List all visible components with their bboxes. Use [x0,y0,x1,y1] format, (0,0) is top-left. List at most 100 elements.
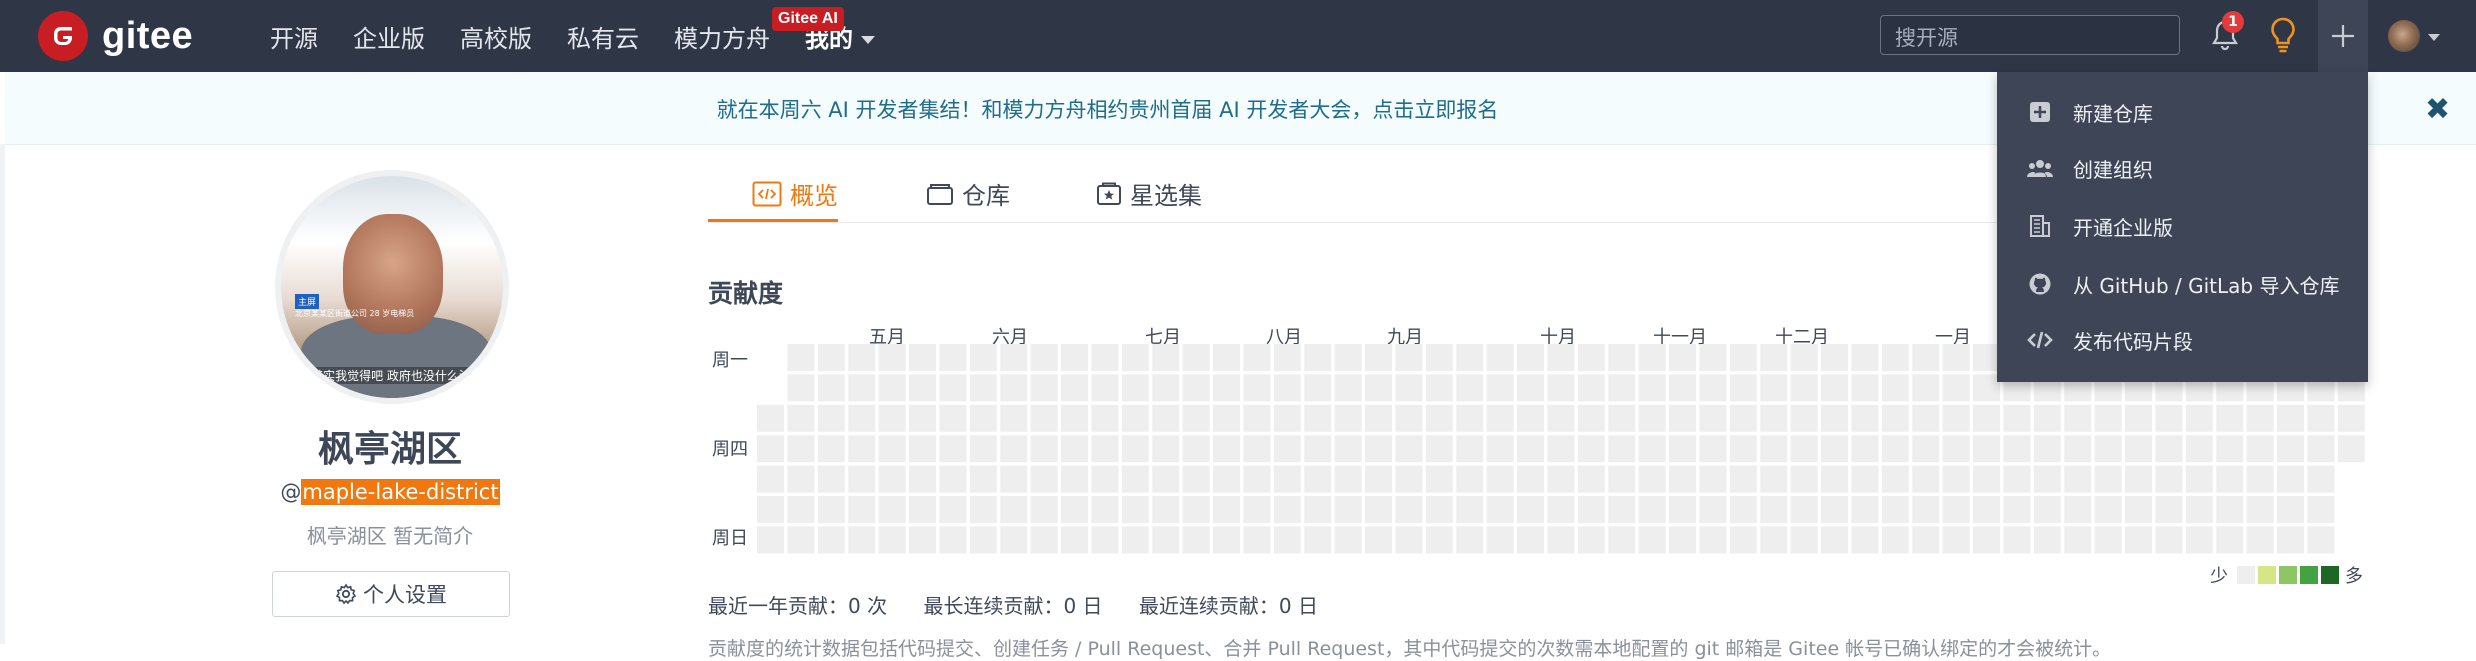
banner-link[interactable]: 就在本周六 AI 开发者集结！和模力方舟相约贵州首届 AI 开发者大会，点击立即… [5,94,2210,124]
heatmap-cell [1273,404,1301,432]
heatmap-cell [1881,526,1909,554]
heatmap-cell [1213,496,1240,523]
menu-item-create-org[interactable]: 创建组织 [1997,140,2368,196]
heatmap-cell [1425,496,1453,523]
heatmap-cell [1334,374,1362,402]
heatmap-cell [2277,404,2304,432]
profile-avatar[interactable]: 主屏 北京某某区街道公司 28 岁电梯员 其实我觉得吧 政府也没什么法 [275,170,509,404]
heatmap-cell [2094,526,2122,554]
heatmap-cell [1213,465,1240,493]
create-menu-toggle[interactable] [2318,0,2368,72]
heatmap-cell [2064,435,2092,463]
heatmap-cell [2246,526,2274,554]
heatmap-cell [1790,496,1818,523]
heatmap-cell [909,404,936,432]
tab-repositories[interactable]: 仓库 [926,176,1010,211]
heatmap-cell [817,435,845,463]
heatmap-cell [1486,526,1514,554]
heatmap-cell [1699,465,1727,493]
menu-item-publish-snippet[interactable]: 发布代码片段 [1997,312,2368,368]
menu-item-import-repo[interactable]: 从 GitHub / GitLab 导入仓库 [1997,256,2368,312]
nav-item-education[interactable]: 高校版 [460,19,532,54]
avatar-chevron-down-icon[interactable] [2428,34,2440,41]
tab-overview[interactable]: 概览 [752,176,838,211]
heatmap-cell [1912,526,1940,554]
heatmap-cell [1608,374,1636,402]
contribution-stats: 最近一年贡献：0 次 最长连续贡献：0 日 最近连续贡献：0 日 [708,590,1348,619]
settings-label: 个人设置 [363,583,447,607]
heatmap-cell [1304,344,1332,371]
tab-star-collections[interactable]: 星选集 [1096,176,1202,211]
heatmap-cell [2277,465,2304,493]
nav-item-enterprise[interactable]: 企业版 [353,19,425,54]
heatmap-cell [1881,435,1909,463]
heatmap-cell [1213,344,1240,371]
heatmap-cell [1273,435,1301,463]
heatmap-cell [1729,496,1757,523]
user-avatar[interactable] [2388,20,2420,52]
heatmap-cell [1182,374,1210,402]
heatmap-cell [2033,435,2061,463]
heatmap-cell [1213,404,1240,432]
heatmap-cell [2185,465,2213,493]
nav-item-private-cloud[interactable]: 私有云 [567,19,639,54]
settings-button[interactable]: 个人设置 [272,571,510,617]
heatmap-cell [1729,374,1757,402]
github-icon [2027,271,2053,297]
heatmap-cell [2003,404,2031,432]
nav-item-moli-fangzhou[interactable]: 模力方舟 [674,19,770,54]
heatmap-cell [1061,465,1088,493]
heatmap-cell [1547,435,1575,463]
heatmap-cell [1456,526,1484,554]
nav-item-open-source[interactable]: 开源 [270,19,318,54]
month-label: 一月 [1935,327,1971,348]
menu-item-label: 从 GitHub / GitLab 导入仓库 [2073,273,2340,298]
heatmap-cell [817,344,845,371]
heatmap-cell [1030,496,1058,523]
heatmap-cell [1881,344,1909,371]
close-icon[interactable]: ✖ [2425,92,2450,127]
heatmap-cell [1547,404,1575,432]
heatmap-cell [1121,496,1149,523]
tab-overview-label: 概览 [790,182,838,210]
heatmap-cell [1760,496,1788,523]
month-label: 五月 [869,327,905,348]
heatmap-cell [1608,344,1636,371]
heatmap-cell [2064,404,2092,432]
heatmap-cell [969,374,997,402]
heatmap-cell [1638,374,1666,402]
gear-icon [335,583,357,605]
gitee-logo[interactable]: gitee [38,10,193,62]
heatmap-cell [1456,435,1484,463]
code-icon [2027,327,2053,353]
heatmap-cell [2307,465,2335,493]
heatmap-cell [1912,404,1940,432]
month-label: 七月 [1145,327,1181,348]
menu-item-label: 发布代码片段 [2073,329,2193,354]
heatmap-cell [2277,435,2304,463]
search-input[interactable]: 搜开源 [1880,15,2180,55]
lightbulb-icon[interactable] [2268,16,2298,54]
heatmap-cell [2216,496,2244,523]
heatmap-cell [1821,526,1848,554]
menu-item-enterprise[interactable]: 开通企业版 [1997,198,2368,254]
heatmap-cell [878,526,906,554]
heatmap-cell [1182,496,1210,523]
heatmap-cell [1091,435,1119,463]
heatmap-cell [1851,344,1879,371]
heatmap-cell [1091,465,1119,493]
heatmap-cell [787,344,815,371]
gitee-ai-badge[interactable]: Gitee AI [772,7,844,31]
heatmap-cell [1304,404,1332,432]
notification-count-badge: 1 [2222,11,2244,33]
heatmap-cell [1365,496,1392,523]
heatmap-cell [1729,404,1757,432]
heatmap-cell [1669,496,1696,523]
building-icon [2027,213,2053,239]
top-navbar: gitee 开源 企业版 高校版 私有云 模力方舟 我的 Gitee AI 搜开… [0,0,2476,72]
heatmap-cell [1699,435,1727,463]
menu-item-new-repo[interactable]: 新建仓库 [1997,84,2368,140]
heatmap-cell [1456,496,1484,523]
heatmap-cell [1334,435,1362,463]
plus-square-icon [2027,99,2053,125]
